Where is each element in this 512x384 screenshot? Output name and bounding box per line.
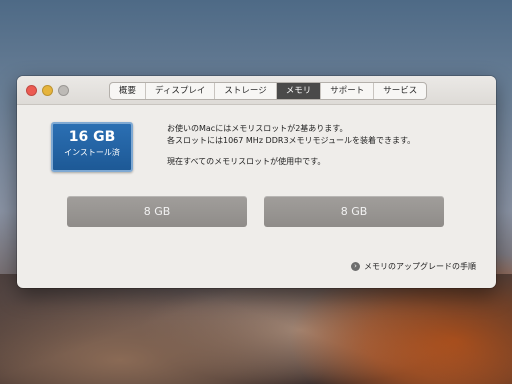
memory-slot-2: 8 GB bbox=[264, 196, 444, 227]
memory-info-text: お使いのMacにはメモリスロットが2基あります。 各スロットには1067 MHz… bbox=[167, 123, 415, 168]
tab-displays[interactable]: ディスプレイ bbox=[146, 83, 216, 99]
about-this-mac-window: 概要 ディスプレイ ストレージ メモリ サポート サービス 16 GB インスト… bbox=[17, 76, 496, 288]
memory-module-spec-text: 各スロットには1067 MHz DDR3メモリモジュールを装着できます。 bbox=[167, 136, 416, 145]
tab-service[interactable]: サービス bbox=[374, 83, 426, 99]
tab-storage[interactable]: ストレージ bbox=[215, 83, 277, 99]
desktop-wallpaper bbox=[0, 274, 512, 384]
installed-memory-size: 16 GB bbox=[68, 129, 116, 145]
memory-slot-count-text: お使いのMacにはメモリスロットが2基あります。 bbox=[167, 124, 348, 133]
arrow-circle-icon: › bbox=[351, 262, 360, 271]
tab-support[interactable]: サポート bbox=[321, 83, 375, 99]
memory-slot-1: 8 GB bbox=[67, 196, 247, 227]
tab-overview[interactable]: 概要 bbox=[110, 83, 147, 99]
minimize-window-button[interactable] bbox=[42, 85, 53, 96]
memory-panel: 16 GB インストール済 お使いのMacにはメモリスロットが2基あります。 各… bbox=[17, 105, 496, 288]
memory-upgrade-label: メモリのアップグレードの手順 bbox=[364, 262, 476, 271]
memory-upgrade-link[interactable]: › メモリのアップグレードの手順 bbox=[351, 261, 476, 272]
zoom-window-button[interactable] bbox=[58, 85, 69, 96]
title-bar: 概要 ディスプレイ ストレージ メモリ サポート サービス bbox=[17, 76, 496, 105]
installed-memory-badge: 16 GB インストール済 bbox=[51, 122, 133, 172]
installed-memory-label: インストール済 bbox=[64, 148, 120, 157]
memory-slot-status-text: 現在すべてのメモリスロットが使用中です。 bbox=[167, 157, 326, 166]
tab-bar: 概要 ディスプレイ ストレージ メモリ サポート サービス bbox=[109, 82, 428, 100]
close-window-button[interactable] bbox=[26, 85, 37, 96]
tab-memory[interactable]: メモリ bbox=[276, 83, 322, 99]
window-controls bbox=[26, 85, 69, 96]
